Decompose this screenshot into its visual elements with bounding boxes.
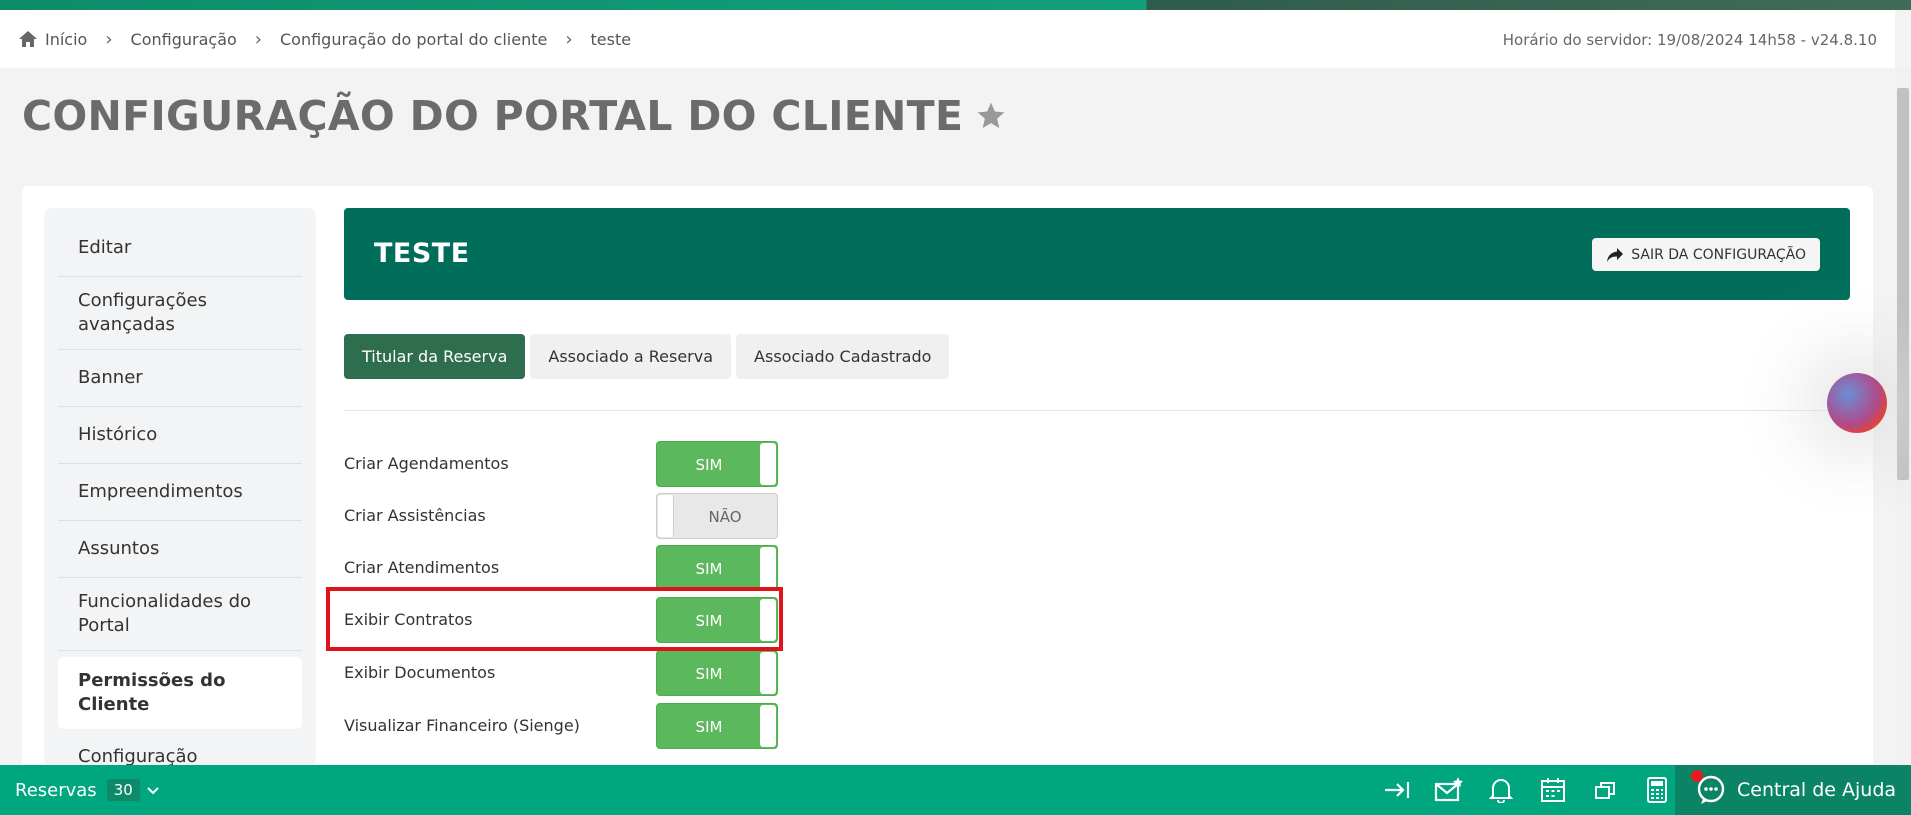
toggle-knob <box>760 443 776 485</box>
tab-associado-cadastrado[interactable]: Associado Cadastrado <box>736 334 950 379</box>
reservas-selector[interactable]: Reservas 30 <box>0 779 159 801</box>
permission-toggle[interactable]: SIM <box>656 545 778 591</box>
permission-row: Criar Assistências NÃO <box>344 493 784 539</box>
banner-title: TESTE <box>374 238 470 269</box>
permission-label: Criar Agendamentos <box>344 454 509 473</box>
page-title-text: CONFIGURAÇÃO DO PORTAL DO CLIENTE <box>22 92 964 140</box>
footer-icons <box>1381 765 1673 815</box>
chat-bubble-icon <box>1691 770 1727 806</box>
breadcrumb-home[interactable]: Início <box>18 30 87 49</box>
sidebar-item-editar[interactable]: Editar <box>58 220 302 277</box>
highlight-box <box>326 587 783 651</box>
windows-icon[interactable] <box>1589 774 1621 806</box>
server-time: Horário do servidor: 19/08/2024 14h58 - … <box>1502 31 1877 49</box>
toggle-value: SIM <box>695 718 723 736</box>
tab-associado-reserva[interactable]: Associado a Reserva <box>530 334 732 379</box>
permission-label: Exibir Documentos <box>344 663 496 682</box>
divider <box>344 410 1850 411</box>
star-icon[interactable] <box>975 100 1007 132</box>
assistant-bubble-icon[interactable] <box>1827 373 1887 433</box>
exit-config-button[interactable]: SAIR DA CONFIGURAÇÃO <box>1592 238 1820 271</box>
share-arrow-icon <box>1607 247 1624 262</box>
toggle-value: SIM <box>695 560 723 578</box>
mail-star-icon[interactable] <box>1433 774 1465 806</box>
help-center-button[interactable]: Central de Ajuda <box>1675 765 1911 815</box>
page-title: CONFIGURAÇÃO DO PORTAL DO CLIENTE <box>22 92 1007 140</box>
sidebar-item-historico[interactable]: Histórico <box>58 407 302 464</box>
toggle-value: NÃO <box>708 508 742 526</box>
toggle-value: SIM <box>695 456 723 474</box>
reservas-count: 30 <box>106 779 140 801</box>
sidebar: Editar Configurações avançadas Banner Hi… <box>44 208 316 768</box>
breadcrumb-item-portal[interactable]: Configuração do portal do cliente <box>280 30 547 49</box>
toggle-knob <box>760 547 776 589</box>
permission-toggle[interactable]: NÃO <box>656 493 778 539</box>
sidebar-item-funcionalidades[interactable]: Funcionalidades do Portal <box>58 578 302 651</box>
breadcrumb-item-current: teste <box>590 29 632 49</box>
breadcrumb-item-label: Início <box>45 29 88 49</box>
chevron-right-icon: › <box>105 28 113 50</box>
sidebar-item-configuracoes-avancadas[interactable]: Configurações avançadas <box>58 277 302 350</box>
calculator-icon[interactable] <box>1641 774 1673 806</box>
permission-row: Criar Atendimentos SIM <box>344 545 784 591</box>
toggle-value: SIM <box>695 665 723 683</box>
calendar-icon[interactable] <box>1537 774 1569 806</box>
bell-icon[interactable] <box>1485 774 1517 806</box>
config-banner: TESTE SAIR DA CONFIGURAÇÃO <box>344 208 1850 300</box>
sidebar-item-configuracao[interactable]: Configuração <box>58 729 302 768</box>
exit-config-label: SAIR DA CONFIGURAÇÃO <box>1631 246 1806 263</box>
scrollbar-thumb[interactable] <box>1897 88 1909 480</box>
reservas-label: Reservas <box>15 779 97 801</box>
toggle-knob <box>760 652 776 694</box>
chevron-down-icon <box>147 787 159 795</box>
permission-row: Visualizar Financeiro (Sienge) SIM <box>344 703 784 749</box>
permission-label: Visualizar Financeiro (Sienge) <box>344 716 580 735</box>
sidebar-item-permissoes[interactable]: Permissões do Cliente <box>58 657 302 729</box>
chevron-right-icon: › <box>565 28 573 50</box>
permission-toggle[interactable]: SIM <box>656 703 778 749</box>
permission-row: Criar Agendamentos SIM <box>344 441 784 487</box>
tab-titular-reserva[interactable]: Titular da Reserva <box>344 334 526 379</box>
home-icon <box>19 31 37 47</box>
top-stripe <box>0 0 1911 10</box>
sidebar-item-assuntos[interactable]: Assuntos <box>58 521 302 578</box>
footer-bar: Reservas 30 Central de Ajuda <box>0 765 1911 815</box>
permission-label: Criar Assistências <box>344 506 486 525</box>
help-center-label: Central de Ajuda <box>1737 779 1897 801</box>
collapse-right-icon[interactable] <box>1381 774 1413 806</box>
permission-row: Exibir Documentos SIM <box>344 650 784 696</box>
chevron-right-icon: › <box>254 28 262 50</box>
toggle-knob <box>658 495 674 537</box>
sidebar-item-empreendimentos[interactable]: Empreendimentos <box>58 464 302 521</box>
permission-label: Criar Atendimentos <box>344 558 500 577</box>
tabs: Titular da Reserva Associado a Reserva A… <box>344 334 950 379</box>
sidebar-item-banner[interactable]: Banner <box>58 350 302 407</box>
permission-toggle[interactable]: SIM <box>656 441 778 487</box>
toggle-knob <box>760 705 776 747</box>
permission-toggle[interactable]: SIM <box>656 650 778 696</box>
breadcrumb-item-configuracao[interactable]: Configuração <box>131 30 237 49</box>
notification-dot <box>1691 770 1703 782</box>
